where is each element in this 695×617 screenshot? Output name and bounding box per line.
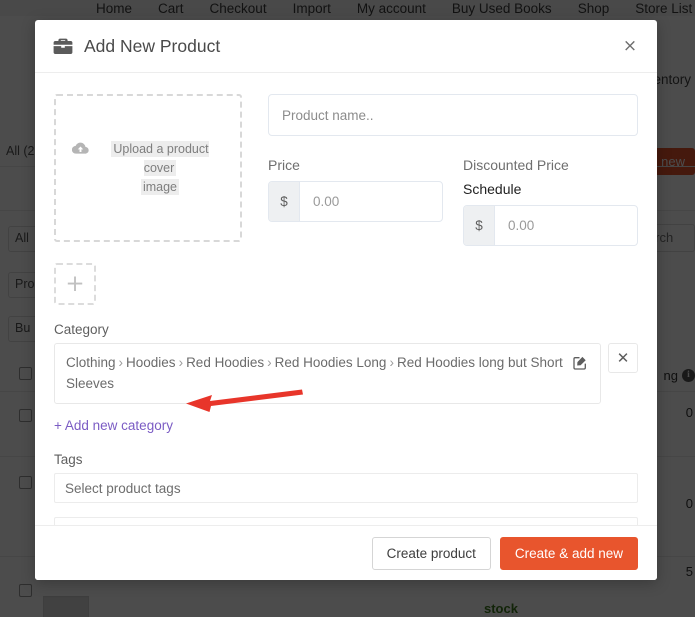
breadcrumb-item-0: Clothing — [66, 355, 116, 370]
dropzone-text-line1: Upload a product cover — [111, 140, 209, 176]
category-label: Category — [54, 322, 109, 337]
modal-title: Add New Product — [84, 35, 221, 56]
breadcrumb-separator: › — [178, 355, 184, 370]
top-row: Upload a product cover image Product nam… — [54, 94, 638, 246]
dropzone-text: Upload a product cover image — [96, 140, 224, 197]
schedule-label: Schedule — [463, 181, 522, 197]
create-product-button[interactable]: Create product — [371, 536, 491, 570]
short-description-textarea[interactable]: Enter some short description about this … — [54, 517, 638, 525]
discounted-price-group: Discounted Price Schedule $ 0.00 — [463, 136, 638, 246]
tags-label: Tags — [54, 452, 83, 467]
dropzone-text-line2: image — [140, 178, 180, 195]
screen: Home Cart Checkout Import My account Buy… — [0, 0, 695, 617]
breadcrumb-item-1: Hoodies — [126, 355, 176, 370]
selected-category-box: Clothing › Hoodies › Red Hoodies › Red Hoodies… — [54, 343, 601, 404]
breadcrumb-item-3: Red Hoodies Long — [274, 355, 387, 370]
price-row: Price $ 0.00 Discounted Price Schedule $ — [268, 136, 638, 246]
edit-square-icon[interactable] — [571, 354, 589, 372]
close-icon[interactable]: × — [617, 33, 643, 59]
category-breadcrumb: Clothing › Hoodies › Red Hoodies › Red Hoodies… — [66, 352, 563, 394]
price-label: Price — [268, 157, 300, 173]
cloud-upload-icon — [71, 142, 89, 160]
currency-symbol: $ — [464, 206, 495, 245]
modal-header: Add New Product × — [35, 20, 657, 73]
currency-symbol: $ — [269, 182, 300, 221]
cover-image-dropzone[interactable]: Upload a product cover image — [54, 94, 242, 242]
create-and-add-new-button[interactable]: Create & add new — [499, 536, 638, 570]
modal-footer: Create product Create & add new — [35, 525, 657, 580]
modal-body: Upload a product cover image Product nam… — [35, 73, 657, 525]
right-column: Product name.. Price $ 0.00 Discounted P… — [268, 94, 638, 246]
price-input-group[interactable]: $ 0.00 — [268, 181, 443, 222]
discounted-price-input-group[interactable]: $ 0.00 — [463, 205, 638, 246]
remove-category-button[interactable]: ✕ — [608, 343, 638, 373]
briefcase-icon — [53, 37, 73, 55]
product-name-input[interactable]: Product name.. — [268, 94, 638, 136]
price-input[interactable]: 0.00 — [300, 182, 442, 221]
price-group: Price $ 0.00 — [268, 136, 443, 246]
breadcrumb-separator: › — [118, 355, 124, 370]
breadcrumb-separator: › — [389, 355, 394, 370]
breadcrumb-separator: › — [267, 355, 272, 370]
add-new-category-link[interactable]: + Add new category — [54, 418, 173, 433]
add-new-product-modal: Add New Product × Upload a product cover — [35, 20, 657, 580]
category-row: Clothing › Hoodies › Red Hoodies › Red Hoodies… — [54, 343, 638, 404]
discounted-price-label: Discounted Price — [463, 157, 569, 173]
discounted-price-input[interactable]: 0.00 — [495, 206, 637, 245]
breadcrumb-item-2: Red Hoodies — [186, 355, 265, 370]
dropzone-inner: Upload a product cover image — [71, 140, 224, 197]
add-gallery-image-button[interactable]: + — [54, 263, 96, 305]
tags-input[interactable]: Select product tags — [54, 473, 638, 503]
